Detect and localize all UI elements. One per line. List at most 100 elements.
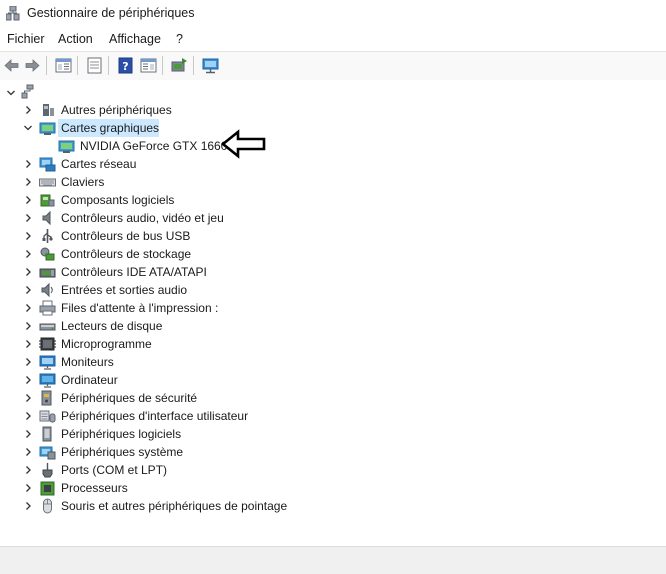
- tree-device-row[interactable]: NVIDIA GeForce GTX 1660: [0, 137, 666, 155]
- chevron-right-icon[interactable]: [23, 176, 33, 188]
- chevron-right-icon[interactable]: [23, 158, 33, 170]
- storage-controller-icon: [40, 247, 55, 261]
- tree-category-row[interactable]: Moniteurs: [0, 353, 666, 371]
- tree-category-label: Cartes graphiques: [61, 121, 160, 135]
- unknown-device-icon: [43, 104, 54, 116]
- chevron-right-icon[interactable]: [23, 428, 33, 440]
- tree-category-row[interactable]: Périphériques de sécurité: [0, 389, 666, 407]
- disk-drive-icon: [39, 323, 56, 331]
- toolbar-separator: [162, 56, 163, 75]
- chevron-right-icon[interactable]: [23, 356, 33, 368]
- tree-category-row[interactable]: Ports (COM et LPT): [0, 461, 666, 479]
- menu-affichage[interactable]: Affichage: [109, 32, 161, 46]
- tree-category-row[interactable]: Lecteurs de disque: [0, 317, 666, 335]
- ide-controller-icon: [39, 268, 56, 278]
- port-icon: [42, 463, 53, 478]
- menu-fichier[interactable]: Fichier: [7, 32, 45, 46]
- network-adapter-icon: [39, 157, 56, 172]
- forward-icon[interactable]: [23, 56, 42, 75]
- speaker-icon: [42, 210, 51, 226]
- chevron-right-icon[interactable]: [23, 266, 33, 278]
- title-bar: Gestionnaire de périphériques: [0, 0, 666, 28]
- mouse-icon: [43, 498, 52, 514]
- chevron-right-icon[interactable]: [23, 482, 33, 494]
- chevron-down-icon[interactable]: [23, 122, 33, 134]
- computer-icon: [21, 84, 34, 99]
- tree-category-row[interactable]: Contrôleurs de stockage: [0, 245, 666, 263]
- chevron-right-icon[interactable]: [23, 302, 33, 314]
- tree-category-row[interactable]: Ordinateur: [0, 371, 666, 389]
- tree-category-row[interactable]: Processeurs: [0, 479, 666, 497]
- firmware-icon: [39, 337, 56, 351]
- tree-category-label: Microprogramme: [61, 337, 152, 351]
- tree-category-row[interactable]: Cartes graphiques: [0, 119, 666, 137]
- tree-category-label: Autres périphériques: [61, 103, 172, 117]
- menu-help[interactable]: ?: [176, 32, 183, 46]
- tree-category-label: Contrôleurs IDE ATA/ATAPI: [61, 265, 207, 279]
- tree-category-label: Souris et autres périphériques de pointa…: [61, 499, 288, 513]
- display-adapter-icon: [58, 140, 75, 153]
- chevron-right-icon[interactable]: [23, 392, 33, 404]
- tree-category-label: Composants logiciels: [61, 193, 175, 207]
- chevron-right-icon[interactable]: [23, 464, 33, 476]
- chevron-right-icon[interactable]: [23, 446, 33, 458]
- tree-category-label: Contrôleurs de bus USB: [61, 229, 191, 243]
- tree-category-row[interactable]: Périphériques logiciels: [0, 425, 666, 443]
- tree-category-label: Ports (COM et LPT): [61, 463, 168, 477]
- update-driver-icon[interactable]: [170, 56, 189, 75]
- tree-category-row[interactable]: Contrôleurs de bus USB: [0, 227, 666, 245]
- tree-category-row[interactable]: Microprogramme: [0, 335, 666, 353]
- device-manager-app-icon: [6, 6, 20, 21]
- chevron-right-icon[interactable]: [23, 320, 33, 332]
- chevron-right-icon[interactable]: [23, 338, 33, 350]
- show-hide-console-tree-icon[interactable]: [54, 56, 73, 75]
- back-icon[interactable]: [2, 56, 21, 75]
- keyboard-icon: [39, 178, 56, 187]
- audio-io-icon: [41, 282, 53, 298]
- chevron-right-icon[interactable]: [23, 212, 33, 224]
- tree-category-row[interactable]: Entrées et sorties audio: [0, 281, 666, 299]
- tree-category-row[interactable]: Files d'attente à l'impression :: [0, 299, 666, 317]
- tree-category-label: Périphériques d'interface utilisateur: [61, 409, 249, 423]
- tree-category-label: Périphériques système: [61, 445, 184, 459]
- software-device-icon: [42, 426, 52, 442]
- tree-category-row[interactable]: Contrôleurs IDE ATA/ATAPI: [0, 263, 666, 281]
- chevron-right-icon[interactable]: [23, 500, 33, 512]
- tree-category-label: Processeurs: [61, 481, 128, 495]
- chevron-right-icon[interactable]: [23, 410, 33, 422]
- tree-category-row[interactable]: Souris et autres périphériques de pointa…: [0, 497, 666, 515]
- tree-category-row[interactable]: Contrôleurs audio, vidéo et jeu: [0, 209, 666, 227]
- help-icon[interactable]: ?: [116, 56, 135, 75]
- toolbar-separator: [193, 56, 194, 75]
- menu-action[interactable]: Action: [58, 32, 93, 46]
- chevron-right-icon[interactable]: [23, 104, 33, 116]
- chevron-right-icon[interactable]: [23, 230, 33, 242]
- toolbar: ?: [0, 51, 666, 81]
- toolbar-separator: [46, 56, 47, 75]
- tree-category-label: Contrôleurs audio, vidéo et jeu: [61, 211, 224, 225]
- monitor-scan-icon[interactable]: [201, 56, 220, 75]
- toolbar-separator: [77, 56, 78, 75]
- tree-device-label: NVIDIA GeForce GTX 1660: [80, 139, 228, 153]
- chevron-down-icon[interactable]: [6, 87, 16, 99]
- tree-category-row[interactable]: Composants logiciels: [0, 191, 666, 209]
- tree-category-label: Cartes réseau: [61, 157, 137, 171]
- tree-category-row[interactable]: Autres périphériques: [0, 101, 666, 119]
- tree-category-label: Lecteurs de disque: [61, 319, 163, 333]
- status-bar: [0, 546, 666, 574]
- chevron-right-icon[interactable]: [23, 284, 33, 296]
- chevron-right-icon[interactable]: [23, 374, 33, 386]
- system-device-icon: [39, 446, 56, 460]
- tree-category-label: Périphériques de sécurité: [61, 391, 198, 405]
- tree-category-row[interactable]: Périphériques système: [0, 443, 666, 461]
- svg-text:?: ?: [122, 60, 128, 73]
- chevron-right-icon[interactable]: [23, 248, 33, 260]
- tree-category-row[interactable]: Périphériques d'interface utilisateur: [0, 407, 666, 425]
- tree-category-row[interactable]: Claviers: [0, 173, 666, 191]
- properties-icon[interactable]: [85, 56, 104, 75]
- action-pane-icon[interactable]: [139, 56, 158, 75]
- usb-icon: [42, 229, 53, 243]
- chevron-right-icon[interactable]: [23, 194, 33, 206]
- tree-category-row[interactable]: Cartes réseau: [0, 155, 666, 173]
- tree-category-label: Claviers: [61, 175, 105, 189]
